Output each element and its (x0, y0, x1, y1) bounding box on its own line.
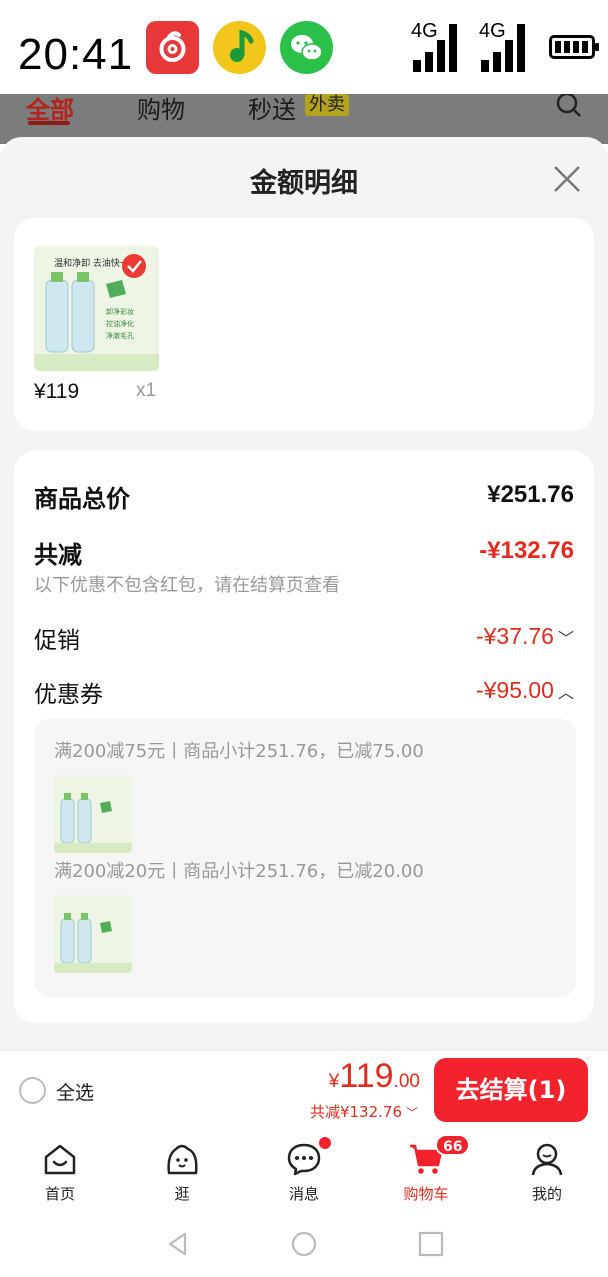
coupon-product-thumbnail (54, 775, 132, 853)
total-amount: ¥119.00 (328, 1057, 420, 1095)
qq-music-icon (213, 21, 266, 74)
bg-tab-instant: 秒送 (248, 96, 296, 124)
promo-label: 促销 (34, 628, 80, 654)
browse-icon (167, 1144, 198, 1175)
home-icon (44, 1144, 76, 1175)
select-all-radio[interactable] (19, 1077, 46, 1104)
tab-home[interactable]: 首页 (15, 1131, 105, 1211)
recents-icon[interactable] (418, 1231, 444, 1257)
home-nav-icon[interactable] (291, 1231, 317, 1257)
product-price: ¥119 (34, 380, 80, 403)
status-time: 20:41 (18, 30, 134, 79)
saving-detail-toggle[interactable]: 共减¥132.76 ﹀ (310, 1101, 418, 1122)
sheet-title: 金额明细 (250, 168, 358, 199)
close-icon[interactable] (549, 161, 585, 197)
signal-bars-icon (481, 24, 525, 72)
svg-text:净澈毛孔: 净澈毛孔 (106, 331, 134, 340)
wechat-icon (280, 21, 333, 74)
svg-text:控油净化: 控油净化 (106, 319, 134, 328)
total-price-label: 商品总价 (34, 485, 130, 513)
coupon-product-thumbnail (54, 895, 132, 973)
checkout-bar: 全选 ¥119.00 共减¥132.76 ﹀ 去结算(1) (0, 1050, 608, 1130)
price-summary-card: 商品总价 ¥251.76 共减 -¥132.76 以下优惠不包含红包，请在结算页… (14, 451, 594, 1023)
chevron-down-icon: ﹀ (405, 1106, 418, 1120)
select-all-label[interactable]: 全选 (56, 1078, 94, 1105)
product-quantity: x1 (136, 380, 157, 401)
netease-music-icon (146, 21, 199, 74)
message-icon (287, 1143, 321, 1176)
checkout-button[interactable]: 去结算(1) (434, 1058, 588, 1122)
coupon-label: 优惠券 (34, 682, 103, 708)
chevron-down-icon: ﹀ (557, 631, 574, 648)
total-price-value: ¥251.76 (487, 481, 574, 508)
coupon-row[interactable]: -¥95.00 ︿ (476, 677, 574, 704)
promo-value: -¥37.76 (475, 623, 554, 649)
battery-icon (549, 35, 599, 59)
coupon-detail-box: 满200减75元丨商品小计251.76，已减75.00 满200减20元丨商品小… (34, 719, 576, 997)
chevron-up-icon: ︿ (557, 685, 574, 702)
tab-profile[interactable]: 我的 (502, 1131, 592, 1211)
promo-row[interactable]: -¥37.76 ﹀ (476, 623, 574, 650)
amount-detail-sheet: 金额明细 温和净卸 去油快一步 卸净彩妆 控油净化 净澈毛孔 ¥119 x1 商… (0, 137, 608, 1050)
tab-messages[interactable]: 消息 (259, 1131, 349, 1211)
search-icon (556, 94, 581, 117)
bg-tab-shopping: 购物 (137, 96, 185, 124)
discount-note: 以下优惠不包含红包，请在结算页查看 (34, 575, 340, 596)
unread-dot (319, 1137, 331, 1149)
profile-icon (531, 1143, 563, 1176)
coupon-detail-1: 满200减75元丨商品小计251.76，已减75.00 (54, 741, 424, 762)
discount-label: 共减 (34, 541, 82, 569)
product-thumbnail[interactable]: 温和净卸 去油快一步 卸净彩妆 控油净化 净澈毛孔 (34, 246, 159, 371)
signal-bars-icon (413, 24, 457, 72)
status-bar: 20:41 4G 4G (0, 0, 608, 94)
back-icon[interactable] (165, 1231, 191, 1257)
coupon-detail-2: 满200减20元丨商品小计251.76，已减20.00 (54, 861, 424, 882)
system-navigation-bar (0, 1211, 608, 1277)
bg-tab-underline (28, 121, 70, 125)
tab-cart[interactable]: 66 购物车 (381, 1131, 471, 1211)
bottom-tab-bar: 首页 逛 消息 66 购物车 我的 (0, 1131, 608, 1211)
tab-browse[interactable]: 逛 (137, 1131, 227, 1211)
cart-badge: 66 (435, 1134, 471, 1156)
coupon-value: -¥95.00 (475, 677, 554, 703)
discount-value: -¥132.76 (479, 537, 574, 564)
svg-text:卸净彩妆: 卸净彩妆 (106, 307, 134, 316)
product-card: 温和净卸 去油快一步 卸净彩妆 控油净化 净澈毛孔 ¥119 x1 (14, 218, 594, 431)
bg-tab-all: 全部 (26, 96, 74, 124)
bg-takeout-badge: 外卖 (305, 94, 349, 116)
